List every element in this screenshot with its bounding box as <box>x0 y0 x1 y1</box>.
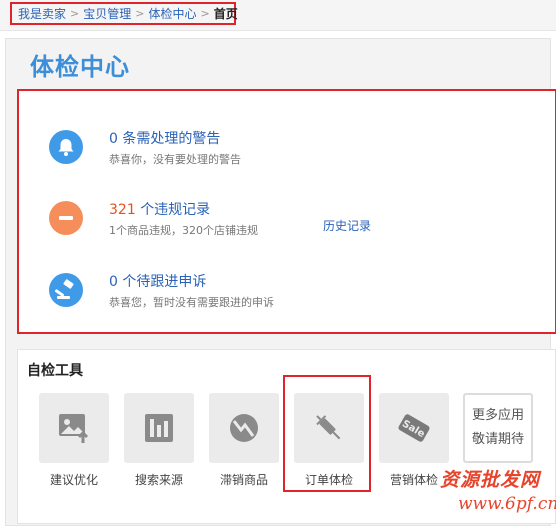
gavel-icon <box>49 273 83 307</box>
bar-chart-icon <box>124 393 194 463</box>
watermark-line1: 资源批发网 <box>440 469 541 491</box>
sale-tag-icon: Sale <box>379 393 449 463</box>
warnings-count: 0 <box>109 131 118 147</box>
minus-circle-icon <box>49 201 83 235</box>
appeals-title[interactable]: 0 个待跟进申诉 <box>109 271 206 291</box>
tool-slow-selling[interactable]: 滞销商品 <box>209 393 279 487</box>
warnings-subtext: 恭喜你，没有要处理的警告 <box>109 153 241 166</box>
violations-subtext: 1个商品违规，320个店铺违规 <box>109 224 258 237</box>
history-link[interactable]: 历史记录 <box>323 217 371 234</box>
watermark-line2: www.6pf.cn <box>458 494 556 514</box>
breadcrumb-link-seller[interactable]: 我是卖家 <box>18 5 66 22</box>
tool-suggest-optimize[interactable]: 建议优化 <box>39 393 109 487</box>
more-apps-placeholder: 更多应用 敬请期待 <box>463 393 533 463</box>
tool-label: 滞销商品 <box>219 473 268 487</box>
breadcrumb-separator: > <box>200 7 210 20</box>
tool-label: 建议优化 <box>49 473 98 487</box>
more-apps-line2: 敬请期待 <box>471 432 524 447</box>
summary-panel: 0 条需处理的警告 恭喜你，没有要处理的警告 321 个违规记录 1个商品违规，… <box>17 89 556 334</box>
breadcrumb: 我是卖家 > 宝贝管理 > 体检中心 > 首页 <box>10 2 238 25</box>
appeals-count: 0 <box>109 274 118 290</box>
breadcrumb-link-products[interactable]: 宝贝管理 <box>83 5 131 22</box>
tool-label: 搜索来源 <box>134 473 183 487</box>
page-title: 体检中心 <box>30 53 130 81</box>
breadcrumb-link-checkup[interactable]: 体检中心 <box>148 5 196 22</box>
watermark: 资源批发网 www.6pf.cn <box>440 465 556 525</box>
violations-text: 个违规记录 <box>140 202 211 218</box>
breadcrumb-separator: > <box>70 7 80 20</box>
violations-title[interactable]: 321 个违规记录 <box>109 199 210 219</box>
tool-marketing-checkup[interactable]: Sale 营销体检 <box>379 393 449 487</box>
violations-count: 321 <box>109 202 136 218</box>
breadcrumb-separator: > <box>135 7 145 20</box>
breadcrumb-bar: 我是卖家 > 宝贝管理 > 体检中心 > 首页 <box>0 0 556 31</box>
tools-title: 自检工具 <box>27 363 83 379</box>
bell-icon <box>49 130 83 164</box>
breadcrumb-current: 首页 <box>213 7 238 21</box>
trend-down-icon <box>209 393 279 463</box>
tool-search-source[interactable]: 搜索来源 <box>124 393 194 487</box>
highlight-box <box>283 375 371 492</box>
more-apps-line1: 更多应用 <box>471 408 524 423</box>
warnings-text: 条需处理的警告 <box>122 131 221 147</box>
warnings-title[interactable]: 0 条需处理的警告 <box>109 128 220 148</box>
appeals-subtext: 恭喜您，暂时没有需要跟进的申诉 <box>109 296 274 309</box>
appeals-text: 个待跟进申诉 <box>122 274 207 290</box>
image-upload-icon <box>39 393 109 463</box>
